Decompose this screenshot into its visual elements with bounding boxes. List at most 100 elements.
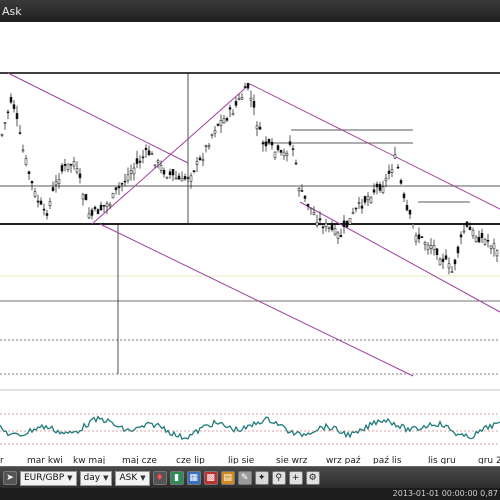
candle-body <box>420 236 424 238</box>
settings-icon[interactable]: ⚙ <box>305 471 320 485</box>
candle-body <box>288 141 292 145</box>
x-tick-label: gru 201 <box>478 456 500 464</box>
candle-body <box>171 169 175 176</box>
candle-body <box>297 188 301 192</box>
oscillator-line <box>0 415 500 441</box>
x-tick-label: lip sie <box>228 456 255 464</box>
candle-body <box>279 150 283 153</box>
candle-body <box>372 189 376 193</box>
candle-body <box>72 161 76 167</box>
candle-body <box>129 170 133 174</box>
candle-body <box>213 130 217 134</box>
cursor-icon[interactable]: ➤ <box>3 471 17 485</box>
channel-line-lower-1[interactable] <box>99 223 414 377</box>
candle-body <box>48 201 52 206</box>
candle-body <box>441 258 445 262</box>
candle-body <box>132 167 136 175</box>
x-tick-label: lis gru <box>428 456 456 464</box>
candle-body <box>285 153 289 156</box>
candle-body <box>351 212 355 214</box>
draw-icon[interactable]: ✎ <box>237 471 252 485</box>
status-bar: 2013-01-01 00:00:00 0,87 <box>0 488 500 500</box>
candle-body <box>63 164 67 166</box>
candle-body <box>153 164 157 167</box>
candle-body <box>138 160 142 163</box>
candle-body <box>276 145 280 151</box>
candle-body <box>198 157 202 161</box>
candle-body <box>375 183 379 188</box>
window-title: Ask <box>2 4 22 18</box>
zoom-icon[interactable]: ⚲ <box>271 471 286 485</box>
candle-body <box>78 173 82 179</box>
candle-body <box>219 120 223 126</box>
price-type-select[interactable]: ASK ▼ <box>115 470 150 486</box>
candle-body <box>300 190 304 192</box>
chart-type-icon[interactable]: ▩ <box>203 471 218 485</box>
candle-body <box>69 164 73 166</box>
candle-body <box>246 83 250 89</box>
marker-icon[interactable]: ✦ <box>254 471 269 485</box>
candle-body <box>186 177 190 179</box>
line-icon[interactable]: ▮ <box>169 471 184 485</box>
candle-body <box>39 200 43 205</box>
bar-icon[interactable]: ▦ <box>186 471 201 485</box>
candle-body <box>318 218 322 221</box>
candle-body <box>453 259 457 265</box>
candle-body <box>66 163 70 170</box>
candle-body <box>450 271 454 273</box>
candle-body <box>147 150 151 156</box>
channel-line-upper-1[interactable] <box>7 72 189 164</box>
candle-body <box>84 194 88 201</box>
candle-body <box>204 145 208 148</box>
candle-body <box>81 194 85 200</box>
candle-body <box>222 118 226 124</box>
candle-body <box>348 218 352 225</box>
candle-body <box>0 134 4 136</box>
chart-canvas[interactable]: r mar kwi kw maj maj cze cze lip lip sie… <box>0 22 500 464</box>
candlestick-series <box>0 82 499 275</box>
candle-body <box>120 183 124 185</box>
candle-body <box>291 148 295 150</box>
candle-body <box>168 171 172 176</box>
candle-body <box>381 186 385 193</box>
candle-body <box>402 193 406 199</box>
candle-body <box>312 212 316 215</box>
candle-body <box>483 238 487 245</box>
candle-body <box>105 203 109 207</box>
symbol-select[interactable]: EUR/GBP ▼ <box>20 470 77 486</box>
candle-icon[interactable]: ♦ <box>152 471 167 485</box>
candle-body <box>210 134 214 136</box>
candle-body <box>471 230 475 237</box>
candle-body <box>417 234 421 240</box>
candle-body <box>99 204 103 211</box>
x-tick-label: r <box>0 456 4 464</box>
candle-body <box>336 232 340 239</box>
x-tick-label: cze lip <box>176 456 205 464</box>
candle-body <box>390 169 394 173</box>
channel-line-rising[interactable] <box>91 83 251 225</box>
zoom-in-icon[interactable]: + <box>288 471 303 485</box>
channel-line-lower-2[interactable] <box>299 201 500 313</box>
candle-body <box>234 101 238 106</box>
candle-body <box>180 178 184 182</box>
candle-body <box>399 180 403 184</box>
candle-body <box>126 174 130 181</box>
candle-body <box>414 235 418 242</box>
candle-body <box>258 126 262 130</box>
candle-body <box>303 195 307 199</box>
candle-body <box>405 205 409 211</box>
candle-body <box>21 149 25 152</box>
candle-body <box>378 184 382 191</box>
candle-body <box>486 239 490 242</box>
candle-body <box>42 208 46 211</box>
candle-body <box>408 209 412 215</box>
candle-body <box>165 176 169 179</box>
candle-body <box>315 221 319 226</box>
candle-body <box>12 104 16 109</box>
candle-body <box>30 180 34 184</box>
timeframe-select[interactable]: day ▼ <box>79 470 113 486</box>
price-chart[interactable]: r mar kwi kw maj maj cze cze lip lip sie… <box>0 22 500 464</box>
indicator-icon[interactable]: ▤ <box>220 471 235 485</box>
candle-body <box>96 209 100 215</box>
candle-body <box>102 205 106 207</box>
